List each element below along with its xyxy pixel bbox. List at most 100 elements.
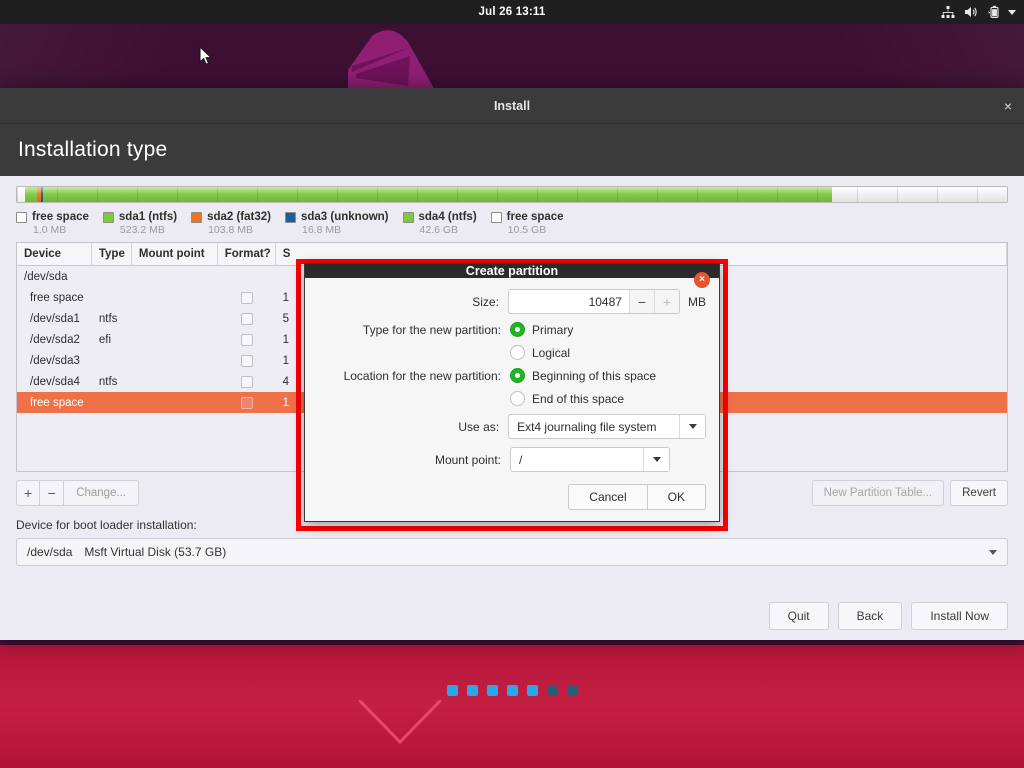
size-input[interactable]: [509, 290, 629, 313]
disk-bar-gloss: [17, 187, 1007, 194]
slideshow-dot[interactable]: [567, 685, 578, 696]
panel-clock[interactable]: Jul 26 13:11: [479, 6, 546, 18]
cell-type: [92, 350, 132, 371]
slideshow-dot[interactable]: [447, 685, 458, 696]
type-row-primary: Type for the new partition: Primary: [318, 322, 706, 337]
legend-size: 1.0 MB: [33, 224, 89, 236]
format-checkbox[interactable]: [241, 313, 253, 325]
cell-device: /dev/sda1: [17, 308, 92, 329]
use-as-select[interactable]: Ext4 journaling file system: [508, 414, 706, 439]
format-checkbox[interactable]: [241, 376, 253, 388]
format-checkbox[interactable]: [241, 397, 253, 409]
disk-usage-bar[interactable]: [16, 186, 1008, 203]
battery-icon[interactable]: [987, 5, 999, 19]
cell-type: efi: [92, 329, 132, 350]
dialog-titlebar: Create partition ×: [305, 264, 719, 278]
cell-format: [218, 392, 276, 413]
mount-point-label: Mount point:: [318, 453, 510, 467]
legend-label: sda1 (ntfs): [119, 211, 177, 223]
cell-format: [218, 287, 276, 308]
format-checkbox[interactable]: [241, 292, 253, 304]
column-header-mount-point[interactable]: Mount point: [132, 243, 218, 265]
column-header-format[interactable]: Format?: [218, 243, 276, 265]
radio-logical-label: Logical: [532, 346, 570, 360]
legend-item: sda1 (ntfs) 523.2 MB: [103, 211, 177, 236]
add-partition-button[interactable]: +: [16, 480, 40, 506]
mount-point-select[interactable]: /: [510, 447, 670, 472]
dialog-cancel-button[interactable]: Cancel: [568, 484, 647, 510]
location-row-beginning: Location for the new partition: Beginnin…: [318, 368, 706, 383]
network-icon[interactable]: [941, 5, 955, 19]
new-partition-table-button[interactable]: New Partition Table...: [812, 480, 944, 506]
size-decrement-button[interactable]: −: [629, 290, 654, 313]
radio-primary[interactable]: [510, 322, 525, 337]
dialog-footer: Cancel OK: [305, 480, 719, 521]
change-partition-button[interactable]: Change...: [64, 480, 139, 506]
use-as-chevron-down-icon[interactable]: [679, 415, 705, 438]
back-button[interactable]: Back: [838, 602, 903, 630]
column-header-device[interactable]: Device: [17, 243, 92, 265]
slideshow-dot[interactable]: [527, 685, 538, 696]
radio-end-of-space[interactable]: [510, 391, 525, 406]
disk-usage-bar-wrap: [16, 176, 1008, 203]
legend-label: free space: [507, 211, 564, 223]
disk-legend: free space 1.0 MB sda1 (ntfs) 523.2 MB s…: [16, 211, 1008, 236]
legend-item: sda3 (unknown) 16.8 MB: [285, 211, 389, 236]
radio-logical[interactable]: [510, 345, 525, 360]
type-row-logical: Logical: [318, 345, 706, 360]
cell-type: ntfs: [92, 308, 132, 329]
format-checkbox[interactable]: [241, 334, 253, 346]
dialog-close-icon[interactable]: ×: [694, 272, 710, 288]
size-stepper[interactable]: − +: [508, 289, 680, 314]
legend-item: sda2 (fat32) 103.8 MB: [191, 211, 271, 236]
cell-mount-point: [132, 392, 218, 413]
mount-point-row: Mount point: /: [318, 447, 706, 472]
legend-size: 103.8 MB: [208, 224, 271, 236]
remove-partition-button[interactable]: −: [40, 480, 64, 506]
cell-type: [92, 287, 132, 308]
window-header: Installation type: [0, 124, 1024, 176]
legend-label: sda4 (ntfs): [419, 211, 477, 223]
cell-format: [218, 266, 276, 287]
dialog-title: Create partition: [466, 264, 558, 278]
dialog-body: Size: − + MB Type for the new partition:…: [305, 278, 719, 480]
cell-mount-point: [132, 266, 218, 287]
mouse-cursor-icon: [199, 46, 213, 71]
cell-format: [218, 350, 276, 371]
window-title: Install: [494, 99, 530, 113]
wallpaper-chevron-shape: [355, 700, 445, 750]
legend-size: 42.6 GB: [420, 224, 477, 236]
mount-point-chevron-down-icon[interactable]: [643, 448, 669, 471]
window-close-icon[interactable]: ×: [1004, 99, 1012, 113]
legend-label: sda2 (fat32): [207, 211, 271, 223]
radio-beginning-of-space-label: Beginning of this space: [532, 369, 656, 383]
slideshow-progress-dots: [0, 685, 1024, 696]
cell-format: [218, 329, 276, 350]
caret-down-icon[interactable]: [1008, 10, 1016, 15]
boot-loader-device-select[interactable]: /dev/sda Msft Virtual Disk (53.7 GB): [16, 538, 1008, 566]
panel-indicator-tray: [941, 0, 1016, 24]
legend-swatch-icon: [403, 212, 414, 223]
format-checkbox[interactable]: [241, 355, 253, 367]
partition-table-actions: New Partition Table... Revert: [812, 480, 1008, 506]
install-now-button[interactable]: Install Now: [911, 602, 1008, 630]
dialog-ok-button[interactable]: OK: [648, 484, 706, 510]
size-label: Size:: [318, 295, 508, 309]
column-header-type[interactable]: Type: [92, 243, 132, 265]
slideshow-dot[interactable]: [467, 685, 478, 696]
slideshow-dot[interactable]: [507, 685, 518, 696]
wallpaper-diagonal-left: [0, 24, 300, 88]
use-as-row: Use as: Ext4 journaling file system: [318, 414, 706, 439]
create-partition-dialog: Create partition × Size: − + MB Type for…: [304, 263, 720, 522]
size-increment-button[interactable]: +: [654, 290, 679, 313]
volume-icon[interactable]: [964, 5, 978, 19]
cell-mount-point: [132, 329, 218, 350]
slideshow-dot[interactable]: [547, 685, 558, 696]
revert-button[interactable]: Revert: [950, 480, 1008, 506]
boot-loader-description: Msft Virtual Disk (53.7 GB): [84, 545, 226, 559]
radio-primary-label: Primary: [532, 323, 573, 337]
quit-button[interactable]: Quit: [769, 602, 829, 630]
slideshow-dot[interactable]: [487, 685, 498, 696]
radio-beginning-of-space[interactable]: [510, 368, 525, 383]
cell-mount-point: [132, 350, 218, 371]
